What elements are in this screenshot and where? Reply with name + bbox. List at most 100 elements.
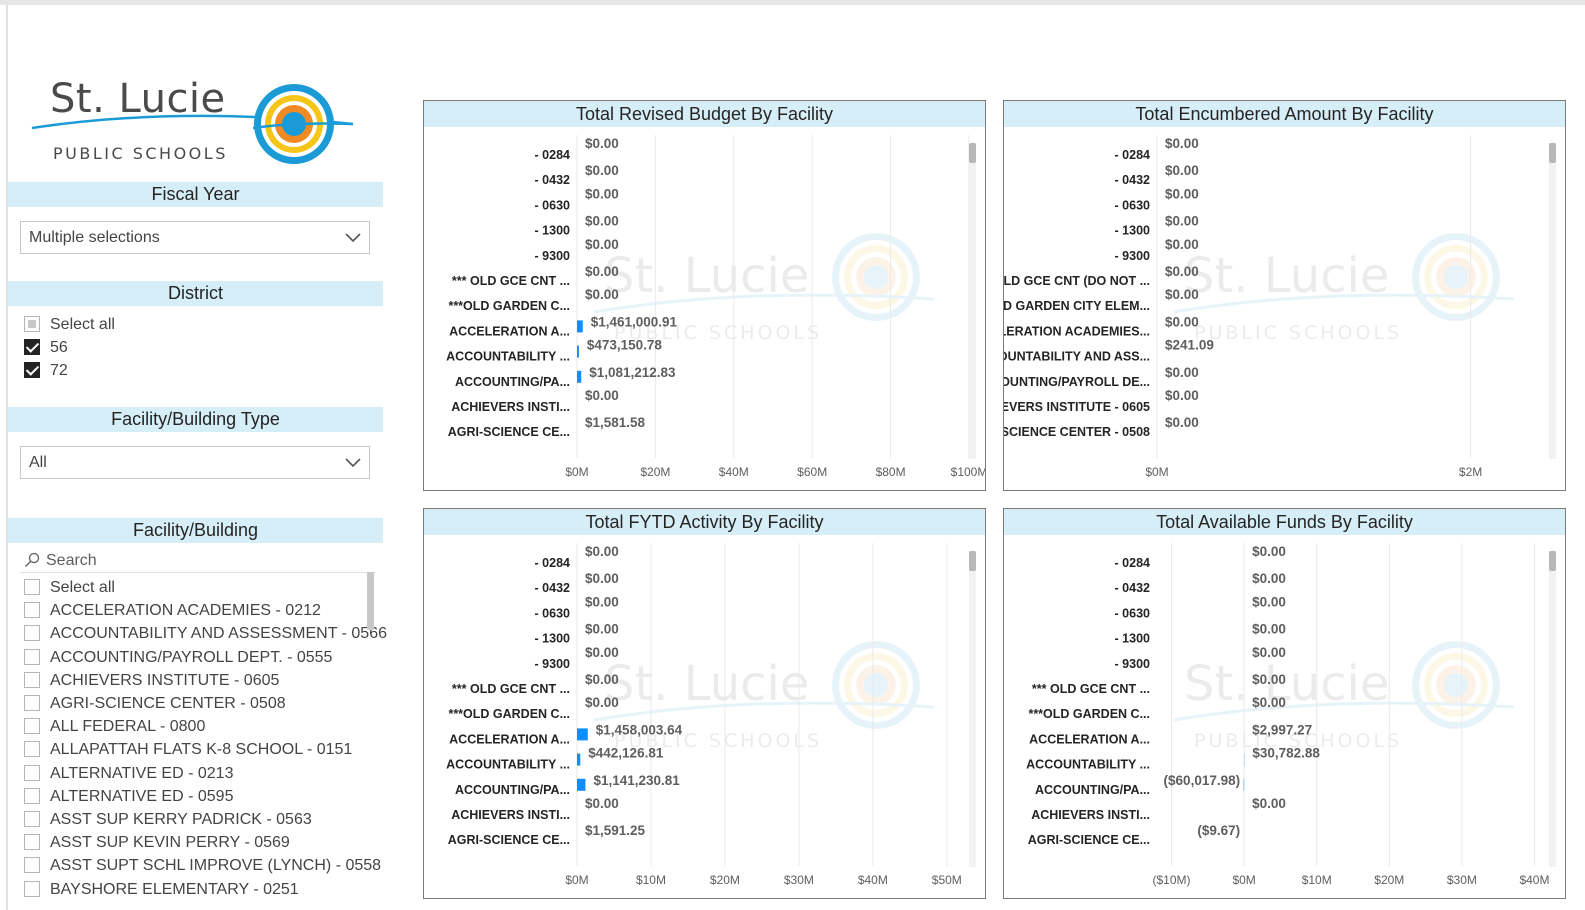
category-label: ACCOUNTABILITY ... bbox=[446, 350, 570, 364]
checkbox[interactable] bbox=[24, 579, 40, 595]
data-label: $0.00 bbox=[1252, 622, 1286, 637]
category-label: ACCOUNTING/PA... bbox=[1035, 783, 1150, 797]
checkbox[interactable] bbox=[24, 718, 40, 735]
building-option[interactable]: ALTERNATIVE ED - 0595 bbox=[24, 787, 233, 809]
checkbox[interactable] bbox=[24, 671, 40, 688]
category-label: ***OLD GARDEN C... bbox=[1028, 707, 1150, 721]
building-option[interactable]: ACCOUNTING/PAYROLL DEPT. - 0555 bbox=[24, 648, 332, 670]
checkbox[interactable] bbox=[24, 339, 40, 355]
data-label: $0.00 bbox=[1252, 672, 1286, 687]
data-label: $0.00 bbox=[1252, 544, 1286, 559]
building-option[interactable]: ALTERNATIVE ED - 0213 bbox=[24, 764, 233, 786]
bar bbox=[577, 345, 579, 358]
checkbox[interactable] bbox=[24, 602, 40, 619]
building-list-scrollbar[interactable] bbox=[367, 572, 374, 630]
checkbox[interactable] bbox=[24, 316, 40, 332]
data-label: ($60,017.98) bbox=[1164, 773, 1241, 788]
x-tick-label: $10M bbox=[1302, 873, 1332, 887]
building-option[interactable]: ASST SUP KERRY PADRICK - 0563 bbox=[24, 810, 312, 832]
search-icon bbox=[25, 552, 40, 567]
x-tick-label: $0M bbox=[1145, 465, 1168, 479]
scrollbar-thumb[interactable] bbox=[969, 143, 976, 163]
building-search[interactable]: Search bbox=[24, 551, 364, 573]
building-option-label: ACCELERATION ACADEMIES - 0212 bbox=[50, 602, 321, 620]
category-label: ACCELERATION A... bbox=[449, 732, 570, 746]
building-option[interactable]: ALLAPATTAH FLATS K-8 SCHOOL - 0151 bbox=[24, 740, 352, 762]
watermark-subtitle: PUBLIC SCHOOLS bbox=[1194, 322, 1402, 344]
checkbox[interactable] bbox=[24, 362, 40, 378]
building-option[interactable]: BAYSHORE ELEMENTARY - 0251 bbox=[24, 880, 299, 902]
category-label: ***OLD GARDEN CITY ELEM... bbox=[1004, 299, 1150, 313]
top-band bbox=[0, 0, 1585, 5]
category-label: AGRI-SCIENCE CE... bbox=[448, 425, 570, 439]
checkbox[interactable] bbox=[24, 695, 40, 711]
building-option[interactable]: AGRI-SCIENCE CENTER - 0508 bbox=[24, 694, 286, 716]
category-label: - 0432 bbox=[1115, 173, 1150, 187]
data-label: $0.00 bbox=[1165, 365, 1199, 380]
district-option[interactable]: 56 bbox=[24, 338, 68, 360]
building-option-label: ASST SUP KEVIN PERRY - 0569 bbox=[50, 834, 290, 852]
watermark-circle bbox=[1444, 265, 1468, 289]
x-tick-label: $50M bbox=[932, 873, 962, 887]
data-label: $0.00 bbox=[1252, 796, 1286, 811]
chart-scrollbar[interactable] bbox=[969, 143, 976, 459]
category-label: - 0630 bbox=[1115, 606, 1150, 620]
data-label: $0.00 bbox=[585, 645, 619, 660]
checkbox[interactable] bbox=[24, 625, 40, 642]
bar bbox=[577, 320, 583, 333]
scrollbar-thumb[interactable] bbox=[969, 551, 976, 571]
data-label: $1,581.58 bbox=[585, 415, 646, 430]
chevron-down-icon bbox=[345, 222, 361, 264]
building-option[interactable]: ACCELERATION ACADEMIES - 0212 bbox=[24, 601, 321, 623]
checkbox[interactable] bbox=[24, 787, 40, 804]
x-tick-label: $100M bbox=[951, 465, 985, 479]
bar-chart: St. LuciePUBLIC SCHOOLS$0M $20M $40M $60M $8… bbox=[446, 135, 985, 479]
data-label: $30,782.88 bbox=[1252, 746, 1320, 761]
left-divider bbox=[6, 5, 8, 910]
chart-title: Total Encumbered Amount By Facility bbox=[1004, 101, 1565, 127]
category-label: - 1300 bbox=[535, 224, 570, 238]
category-label: *** OLD GCE CNT ... bbox=[452, 682, 570, 696]
watermark-logo: St. LuciePUBLIC SCHOOLS bbox=[1173, 233, 1515, 344]
building-option[interactable]: ASST SUP KEVIN PERRY - 0569 bbox=[24, 833, 290, 855]
building-type-dropdown[interactable]: All bbox=[20, 446, 370, 479]
building-option-label: ASST SUPT SCHL IMPROVE (LYNCH) - 0558 bbox=[50, 857, 382, 875]
checkbox[interactable] bbox=[24, 741, 40, 758]
checkbox[interactable] bbox=[24, 648, 40, 665]
chart-scrollbar[interactable] bbox=[1549, 551, 1556, 867]
x-tick-label: $2M bbox=[1459, 465, 1482, 479]
building-option-label: ACHIEVERS INSTITUTE - 0605 bbox=[50, 671, 280, 689]
building-option[interactable]: Select all bbox=[24, 578, 115, 600]
x-tick-label: $30M bbox=[784, 873, 814, 887]
data-label: ($9.67) bbox=[1197, 823, 1240, 838]
category-label: ACCELERATION A... bbox=[449, 324, 570, 338]
scrollbar-thumb[interactable] bbox=[1549, 551, 1556, 571]
category-label: *** OLD GCE CNT ... bbox=[1032, 682, 1150, 696]
bar bbox=[577, 753, 581, 766]
building-option[interactable]: ASST SUPT SCHL IMPROVE (LYNCH) - 0558 bbox=[24, 856, 381, 878]
data-label: $1,141,230.81 bbox=[593, 773, 680, 788]
building-option-label: ACCOUNTABILITY AND ASSESSMENT - 0566 bbox=[50, 625, 387, 643]
checkbox[interactable] bbox=[24, 764, 40, 781]
building-option[interactable]: ACCOUNTABILITY AND ASSESSMENT - 0566 bbox=[24, 624, 387, 646]
checkbox[interactable] bbox=[24, 834, 40, 851]
checkbox[interactable] bbox=[24, 880, 40, 897]
chart-title: Total Revised Budget By Facility bbox=[424, 101, 985, 127]
checkbox[interactable] bbox=[24, 811, 40, 827]
fiscal-year-value: Multiple selections bbox=[29, 229, 160, 246]
data-label: $1,081,212.83 bbox=[589, 365, 676, 380]
district-option[interactable]: Select all bbox=[24, 315, 115, 337]
category-label: - 0284 bbox=[1115, 148, 1150, 162]
scrollbar-thumb[interactable] bbox=[1549, 143, 1556, 163]
chart-scrollbar[interactable] bbox=[969, 551, 976, 867]
category-label: ***OLD GARDEN C... bbox=[448, 299, 570, 313]
district-option[interactable]: 72 bbox=[24, 361, 68, 383]
category-label: ACCOUNTING/PA... bbox=[455, 375, 570, 389]
category-label: *** OLD GCE CNT ... bbox=[452, 274, 570, 288]
chart-scrollbar[interactable] bbox=[1549, 143, 1556, 459]
fiscal-year-dropdown[interactable]: Multiple selections bbox=[20, 221, 370, 254]
checkbox[interactable] bbox=[24, 857, 40, 874]
building-option-label: ALLAPATTAH FLATS K-8 SCHOOL - 0151 bbox=[50, 741, 353, 759]
building-option[interactable]: ALL FEDERAL - 0800 bbox=[24, 717, 205, 739]
building-option[interactable]: ACHIEVERS INSTITUTE - 0605 bbox=[24, 671, 279, 693]
